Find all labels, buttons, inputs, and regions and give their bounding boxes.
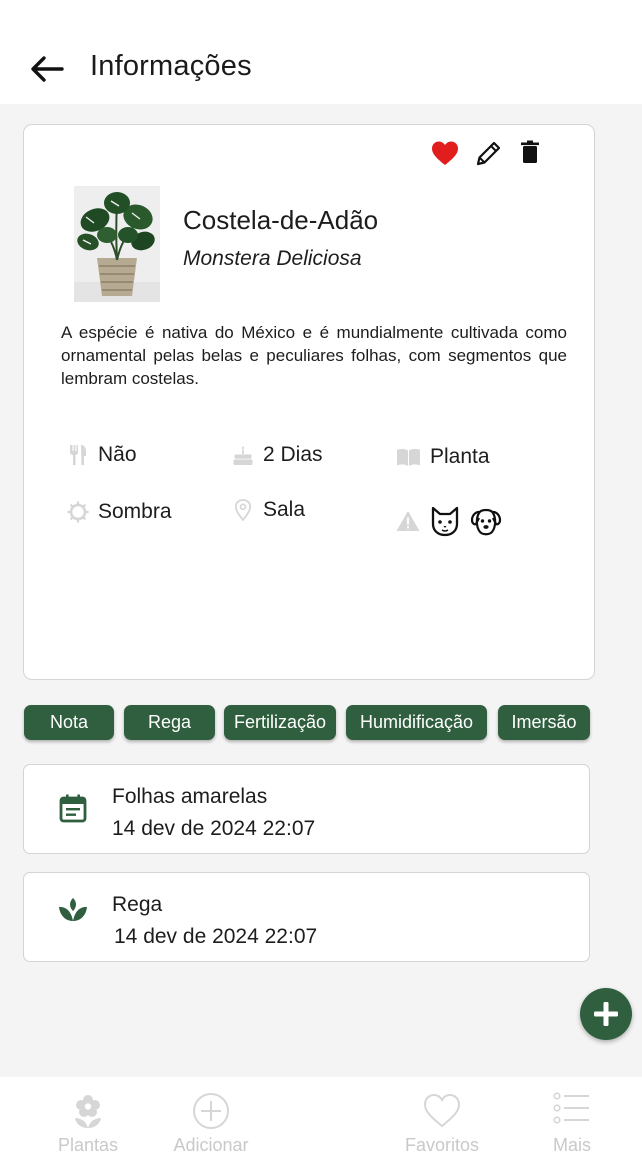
- attribute-location-value: Sala: [263, 498, 306, 521]
- plus-icon: [594, 1002, 618, 1026]
- filter-chip-imersao[interactable]: Imersão: [498, 705, 590, 740]
- dog-icon: [470, 508, 502, 536]
- plant-description: A espécie é nativa do México e é mundial…: [61, 323, 567, 388]
- heart-outline-icon: [423, 1093, 461, 1128]
- cat-icon: [431, 506, 459, 537]
- plant-photo: [74, 186, 160, 302]
- attribute-watering: 2 Dias: [232, 443, 323, 467]
- nav-label: Adicionar: [173, 1135, 249, 1154]
- cake-icon: [233, 446, 253, 465]
- location-pin-icon: [234, 499, 252, 521]
- edit-pencil-icon[interactable]: [474, 138, 504, 168]
- list-icon: [553, 1092, 589, 1124]
- nav-label: Favoritos: [404, 1135, 480, 1154]
- nav-label: Mais: [552, 1135, 591, 1154]
- filter-chip-fertilizacao[interactable]: Fertilização: [224, 705, 336, 740]
- nav-label: Plantas: [57, 1135, 119, 1154]
- back-arrow-icon[interactable]: [28, 52, 68, 86]
- attribute-watering-value: 2 Dias: [263, 443, 323, 466]
- plant-common-name: Costela-de-Adão: [183, 205, 379, 235]
- bottom-navigation: Plantas Adicionar Favoritos Mais: [0, 1077, 642, 1154]
- attribute-toxicity: [396, 505, 502, 537]
- log-title: Folhas amarelas: [112, 785, 268, 808]
- add-log-button[interactable]: [580, 988, 632, 1040]
- sun-light-icon: [67, 501, 89, 523]
- filter-chip-nota[interactable]: Nota: [24, 705, 114, 740]
- nav-add[interactable]: Adicionar: [156, 1077, 266, 1154]
- log-date: 14 dev de 2024 22:07: [112, 817, 316, 840]
- warning-icon: [396, 511, 420, 531]
- calendar-note-icon: [59, 794, 87, 823]
- fork-knife-icon: [70, 445, 86, 465]
- page-title: Informações: [90, 50, 252, 82]
- favorite-heart-icon[interactable]: [431, 140, 459, 166]
- filter-chip-humidificacao[interactable]: Humidificação: [346, 705, 487, 740]
- attribute-edible: Não: [67, 443, 137, 467]
- sprout-icon: [59, 898, 87, 921]
- nav-plants[interactable]: Plantas: [33, 1077, 143, 1154]
- log-date: 14 dev de 2024 22:07: [114, 925, 318, 948]
- attribute-location: Sala: [232, 498, 305, 522]
- attribute-category-value: Planta: [430, 445, 490, 468]
- log-entry-card[interactable]: Folhas amarelas 14 dev de 2024 22:07: [23, 764, 590, 854]
- log-title: Rega: [112, 893, 163, 916]
- attribute-edible-value: Não: [98, 443, 137, 466]
- log-entry-card[interactable]: Rega 14 dev de 2024 22:07: [23, 872, 590, 962]
- attribute-light-value: Sombra: [98, 500, 172, 523]
- plant-info-card: Costela-de-Adão Monstera Deliciosa A esp…: [23, 124, 595, 680]
- delete-trash-icon[interactable]: [520, 140, 540, 164]
- flower-icon: [75, 1095, 101, 1128]
- app-header: Informações: [0, 0, 642, 104]
- book-icon: [397, 448, 420, 466]
- attribute-category: Planta: [396, 445, 490, 469]
- nav-more[interactable]: Mais: [517, 1077, 627, 1154]
- plant-scientific-name: Monstera Deliciosa: [183, 247, 362, 270]
- filter-chip-rega[interactable]: Rega: [124, 705, 215, 740]
- add-circle-icon: [193, 1093, 229, 1129]
- nav-favorites[interactable]: Favoritos: [387, 1077, 497, 1154]
- attribute-light: Sombra: [67, 500, 172, 524]
